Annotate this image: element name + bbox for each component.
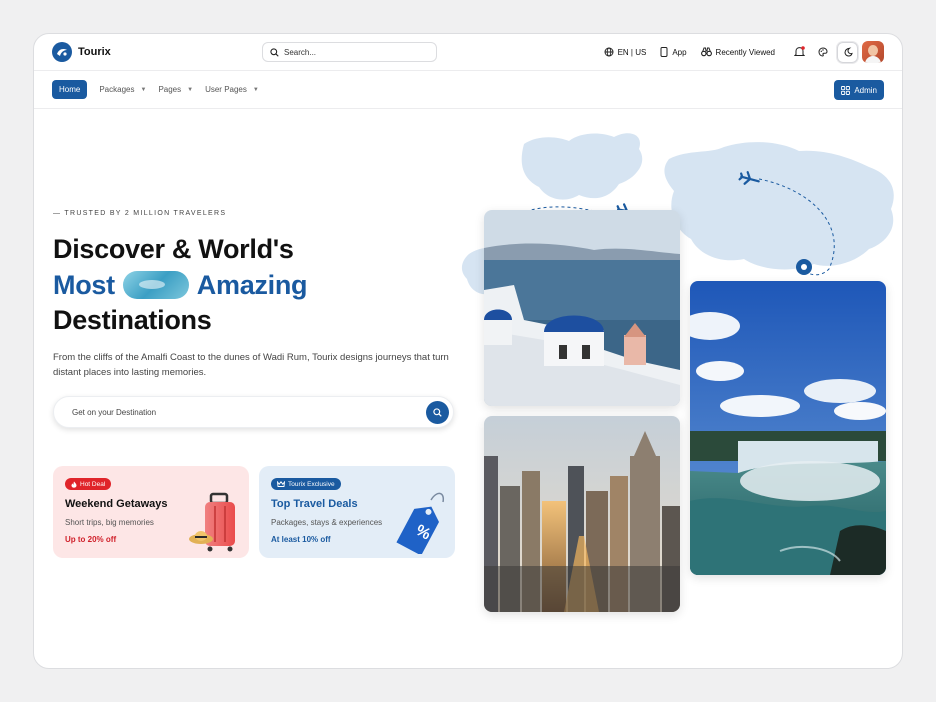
destination-placeholder: Get on your Destination xyxy=(72,408,157,417)
weekend-getaways-card[interactable]: Hot Deal Weekend Getaways Short trips, b… xyxy=(53,466,249,558)
card-deal: Up to 20% off xyxy=(65,535,117,544)
card-title: Top Travel Deals xyxy=(271,498,358,510)
hero-title-line-2: Most Amazing xyxy=(53,269,308,300)
nav-item-label: Pages xyxy=(158,85,182,94)
language-selector[interactable]: EN | US xyxy=(604,47,647,57)
binoculars-icon xyxy=(700,47,712,57)
location-pin-icon xyxy=(796,259,812,275)
nav-item-packages[interactable]: Packages ▼ xyxy=(99,85,146,94)
hot-deal-badge: Hot Deal xyxy=(65,478,112,490)
nav-item-label: Packages xyxy=(99,85,135,94)
chevron-down-icon: ▼ xyxy=(252,86,259,93)
badge-label: Hot Deal xyxy=(80,480,106,488)
logo-icon xyxy=(52,42,72,62)
phone-icon xyxy=(660,47,668,57)
top-bar: Tourix Search... EN | US App Recently Vi… xyxy=(34,34,902,71)
palette-icon xyxy=(818,47,828,57)
hero-title-word-most: Most xyxy=(53,269,115,300)
waterfall-photo xyxy=(690,281,886,575)
recently-viewed-link[interactable]: Recently Viewed xyxy=(700,47,775,57)
pool-thumbnail-image xyxy=(122,271,189,299)
main-nav: Home Packages ▼ Pages ▼ User Pages ▼ xyxy=(52,80,259,99)
top-travel-deals-card[interactable]: Tourix Exclusive Top Travel Deals Packag… xyxy=(259,466,455,558)
chevron-down-icon: ▼ xyxy=(187,86,194,93)
hero-description: From the cliffs of the Amalfi Coast to t… xyxy=(53,352,449,378)
chevron-down-icon: ▼ xyxy=(140,86,147,93)
trusted-eyebrow: — TRUSTED BY 2 MILLION TRAVELERS xyxy=(53,210,227,217)
fire-icon xyxy=(71,481,77,488)
theme-toggle-button[interactable] xyxy=(837,41,858,63)
search-icon xyxy=(270,47,279,57)
notifications-button[interactable] xyxy=(789,42,809,62)
top-actions: EN | US App Recently Viewed xyxy=(604,41,884,63)
hero-title-line-1: Discover & World's xyxy=(53,234,294,264)
grid-icon xyxy=(841,85,851,95)
card-deal: At least 10% off xyxy=(271,535,331,544)
santorini-photo xyxy=(484,210,680,406)
palette-button[interactable] xyxy=(813,42,833,62)
card-title: Weekend Getaways xyxy=(65,498,168,510)
hero-title-line-3: Destinations xyxy=(53,305,212,335)
crown-icon xyxy=(277,481,285,487)
tag-icon: % xyxy=(396,492,445,554)
exclusive-badge: Tourix Exclusive xyxy=(271,478,341,490)
suitcase-icon xyxy=(189,492,235,552)
app-label: App xyxy=(672,47,687,57)
search-input[interactable]: Search... xyxy=(262,42,437,62)
nav-item-user-pages[interactable]: User Pages ▼ xyxy=(205,85,259,94)
search-icon xyxy=(433,408,442,417)
admin-button[interactable]: Admin xyxy=(834,80,884,100)
nav-bar: Home Packages ▼ Pages ▼ User Pages ▼ Adm… xyxy=(34,71,902,109)
search-placeholder: Search... xyxy=(284,47,317,57)
nav-item-pages[interactable]: Pages ▼ xyxy=(158,85,193,94)
moon-icon xyxy=(843,47,853,57)
city-skyline-photo xyxy=(484,416,680,612)
recently-viewed-label: Recently Viewed xyxy=(715,47,775,57)
destination-search-button[interactable] xyxy=(426,401,449,424)
globe-icon xyxy=(604,47,614,57)
user-avatar[interactable] xyxy=(862,41,884,63)
language-label: EN | US xyxy=(617,47,647,57)
bell-icon xyxy=(793,46,805,56)
brand-name: Tourix xyxy=(78,46,111,58)
admin-label: Admin xyxy=(854,85,877,95)
app-link[interactable]: App xyxy=(660,47,687,57)
app-window: Tourix Search... EN | US App Recently Vi… xyxy=(33,33,903,669)
nav-item-home[interactable]: Home xyxy=(52,80,88,99)
hero-title-word-amazing: Amazing xyxy=(196,269,308,300)
nav-item-label: User Pages xyxy=(205,85,247,94)
card-subtitle: Short trips, big memories xyxy=(65,518,154,527)
brand-logo[interactable]: Tourix xyxy=(52,42,111,62)
card-subtitle: Packages, stays & experiences xyxy=(271,518,383,527)
destination-search-field[interactable]: Get on your Destination xyxy=(53,396,454,428)
badge-label: Tourix Exclusive xyxy=(288,480,335,488)
